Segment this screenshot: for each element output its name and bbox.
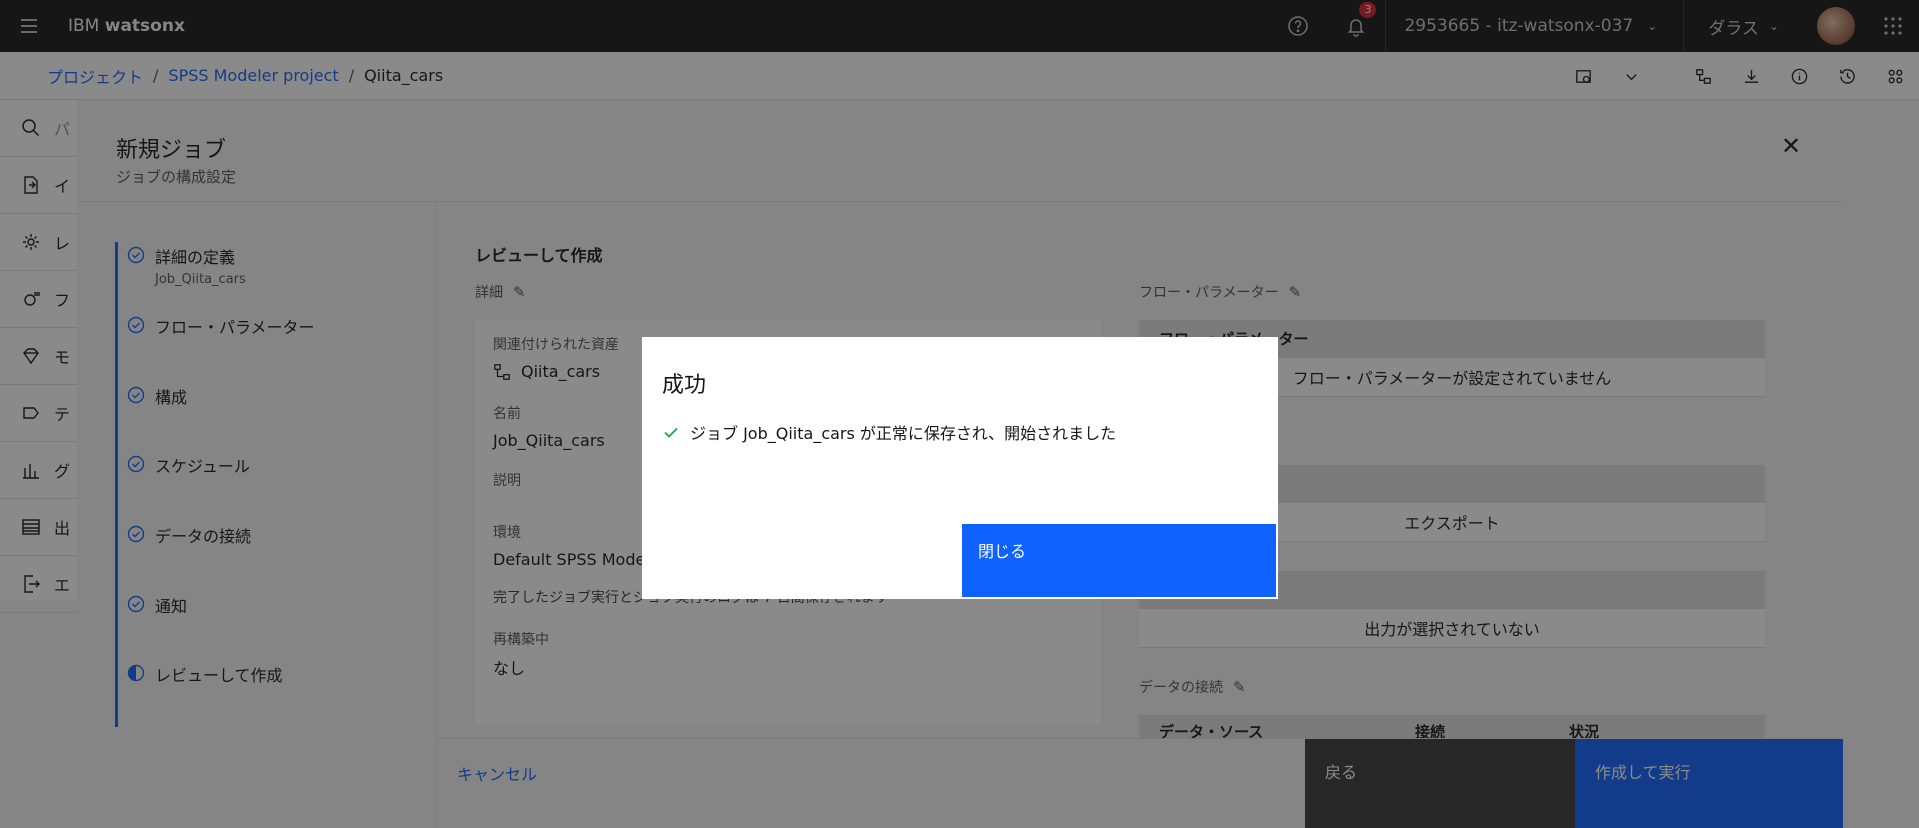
checkmark-icon (664, 427, 678, 438)
success-modal: 成功 ジョブ Job_Qiita_cars が正常に保存され、開始されました 閉… (642, 337, 1278, 599)
close-button[interactable]: 閉じる (960, 522, 1278, 599)
modal-title: 成功 (662, 373, 707, 398)
modal-message: ジョブ Job_Qiita_cars が正常に保存され、開始されました (662, 420, 1116, 444)
